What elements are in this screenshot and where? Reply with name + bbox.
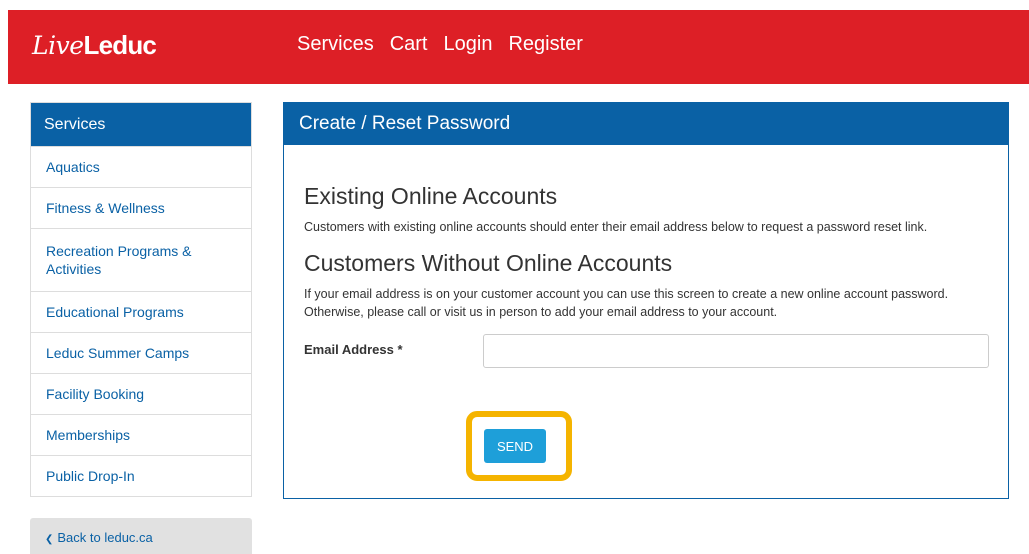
sidebar-item-label: Fitness & Wellness [46, 200, 165, 216]
no-account-heading: Customers Without Online Accounts [304, 250, 673, 276]
email-field[interactable] [483, 334, 989, 368]
sidebar-item-label: Aquatics [46, 159, 100, 175]
chevron-left-icon: ❮ [45, 534, 54, 545]
brand-logo[interactable]: LiveLeduc [32, 30, 157, 61]
sidebar-item-summer-camps[interactable]: Leduc Summer Camps [31, 332, 251, 373]
nav-cart[interactable]: Cart [390, 33, 428, 56]
brand-logo-script: Live [32, 31, 84, 60]
nav-register[interactable]: Register [508, 33, 582, 56]
sidebar-item-label: Educational Programs [46, 304, 184, 320]
sidebar-item-fitness[interactable]: Fitness & Wellness [31, 187, 251, 228]
sidebar-item-label: Public Drop-In [46, 468, 135, 484]
services-sidebar: Services Aquatics Fitness & Wellness Rec… [30, 102, 252, 497]
email-label-text: Email Address [304, 342, 394, 357]
back-to-leduc-label: Back to leduc.ca [57, 530, 153, 545]
panel-title: Create / Reset Password [284, 103, 1008, 145]
brand-logo-bold: Leduc [83, 30, 157, 60]
existing-accounts-text: Customers with existing online accounts … [304, 220, 928, 234]
sidebar-item-public-drop-in[interactable]: Public Drop-In [31, 455, 251, 496]
sidebar-item-educational[interactable]: Educational Programs [31, 291, 251, 332]
sidebar-item-label: Facility Booking [46, 386, 145, 402]
back-to-leduc-button[interactable]: ❮ Back to leduc.ca [30, 518, 252, 554]
email-form-row: Email Address * [304, 334, 989, 372]
reset-password-panel: Create / Reset Password Existing Online … [283, 102, 1009, 499]
nav-services[interactable]: Services [297, 33, 374, 56]
sidebar-item-facility-booking[interactable]: Facility Booking [31, 373, 251, 414]
top-header: LiveLeduc Services Cart Login Register [8, 10, 1029, 84]
main-nav: Services Cart Login Register [297, 33, 583, 56]
existing-accounts-heading: Existing Online Accounts [304, 183, 558, 209]
email-label: Email Address * [304, 342, 403, 357]
sidebar-item-memberships[interactable]: Memberships [31, 414, 251, 455]
sidebar-item-recreation[interactable]: Recreation Programs & Activities [31, 228, 251, 291]
panel-body: Existing Online Accounts Customers with … [284, 145, 1008, 372]
sidebar-item-label: Recreation Programs & Activities [46, 243, 192, 277]
no-account-text: If your email address is on your custome… [304, 287, 949, 319]
sidebar-title: Services [31, 103, 251, 146]
required-marker: * [397, 342, 403, 357]
sidebar-item-aquatics[interactable]: Aquatics [31, 146, 251, 187]
sidebar-item-label: Leduc Summer Camps [46, 345, 190, 361]
send-button[interactable]: SEND [484, 429, 546, 463]
sidebar-item-label: Memberships [46, 427, 131, 443]
nav-login[interactable]: Login [444, 33, 493, 56]
